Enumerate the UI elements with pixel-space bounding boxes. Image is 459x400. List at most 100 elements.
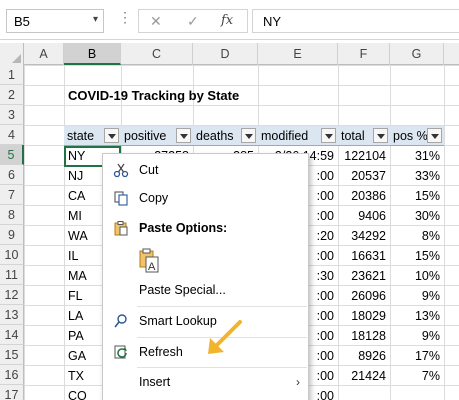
column-header-b[interactable]: B — [64, 43, 121, 65]
paste-values-icon[interactable]: A — [139, 248, 163, 274]
table-cell-pos-pct[interactable]: 31% — [390, 146, 444, 166]
table-header-positive[interactable]: positive — [121, 126, 193, 146]
table-cell-state[interactable]: IL — [64, 246, 104, 266]
row-header-8[interactable]: 8 — [0, 205, 24, 225]
table-cell-total[interactable]: 18029 — [338, 306, 390, 326]
row-header-4[interactable]: 4 — [0, 125, 24, 145]
table-cell-total[interactable]: 20537 — [338, 166, 390, 186]
table-cell-state[interactable]: PA — [64, 326, 104, 346]
table-cell-total[interactable]: 23621 — [338, 266, 390, 286]
table-header-state[interactable]: state — [64, 126, 121, 146]
table-cell-total[interactable]: 18128 — [338, 326, 390, 346]
table-cell-total[interactable]: 122104 — [338, 146, 390, 166]
table-cell-total[interactable]: 20386 — [338, 186, 390, 206]
row-header-17[interactable]: 17 — [0, 385, 24, 400]
row-header-7[interactable]: 7 — [0, 185, 24, 205]
table-cell-state[interactable]: NJ — [64, 166, 104, 186]
table-cell-total[interactable]: 34292 — [338, 226, 390, 246]
table-cell-state[interactable]: WA — [64, 226, 104, 246]
cancel-icon[interactable]: ✕ — [150, 13, 162, 30]
table-cell-state[interactable]: TX — [64, 366, 104, 386]
insert-function-icon[interactable]: fx — [221, 13, 233, 28]
filter-dropdown-icon[interactable] — [321, 128, 336, 143]
filter-dropdown-icon[interactable] — [176, 128, 191, 143]
column-header-a[interactable]: A — [24, 43, 64, 65]
table-cell-pos-pct[interactable]: 13% — [390, 306, 444, 326]
table-cell-pos-pct[interactable]: 10% — [390, 266, 444, 286]
row-header-3[interactable]: 3 — [0, 105, 24, 125]
filter-dropdown-icon[interactable] — [373, 128, 388, 143]
table-header-deaths[interactable]: deaths — [193, 126, 258, 146]
table-header-pos-pct[interactable]: pos % — [390, 126, 444, 146]
formula-bar: B5 ▾ ⋮ ✕ ✓ fx NY — [0, 0, 459, 40]
header-label: pos % — [393, 129, 428, 143]
row-header-16[interactable]: 16 — [0, 365, 24, 385]
table-cell-state[interactable]: GA — [64, 346, 104, 366]
sheet-title[interactable]: COVID-19 Tracking by State — [64, 86, 324, 106]
menu-item-paste-special[interactable]: Paste Special... — [103, 278, 308, 302]
row-header-6[interactable]: 6 — [0, 165, 24, 185]
table-cell-total[interactable]: 16631 — [338, 246, 390, 266]
menu-item-label: Insert — [139, 375, 171, 389]
column-header-e[interactable]: E — [258, 43, 338, 65]
table-cell-pos-pct[interactable]: 15% — [390, 246, 444, 266]
table-cell-pos-pct[interactable]: 9% — [390, 326, 444, 346]
table-cell-total[interactable]: 9406 — [338, 206, 390, 226]
name-box[interactable]: B5 ▾ — [6, 9, 104, 33]
table-cell-state[interactable]: LA — [64, 306, 104, 326]
filter-dropdown-icon[interactable] — [427, 128, 442, 143]
table-header-modified[interactable]: modified — [258, 126, 338, 146]
row-header-10[interactable]: 10 — [0, 245, 24, 265]
submenu-arrow-icon: › — [296, 375, 300, 389]
select-all-button[interactable] — [0, 43, 24, 65]
table-cell-total[interactable]: 21424 — [338, 366, 390, 386]
filter-dropdown-icon[interactable] — [241, 128, 256, 143]
row-header-13[interactable]: 13 — [0, 305, 24, 325]
column-header-g[interactable]: G — [390, 43, 444, 65]
table-cell-total[interactable]: 8926 — [338, 346, 390, 366]
formula-value: NY — [263, 14, 282, 29]
column-header-c[interactable]: C — [121, 43, 193, 65]
drag-handle-icon[interactable]: ⋮ — [118, 9, 132, 26]
filter-dropdown-icon[interactable] — [104, 128, 119, 143]
name-box-value: B5 — [14, 14, 30, 29]
menu-item-label: Paste Options: — [139, 221, 228, 235]
menu-item-cut[interactable]: Cut — [103, 158, 308, 182]
svg-text:A: A — [148, 261, 156, 273]
table-cell-state[interactable]: FL — [64, 286, 104, 306]
row-header-15[interactable]: 15 — [0, 345, 24, 365]
row-header-1[interactable]: 1 — [0, 65, 24, 85]
column-header-f[interactable]: F — [338, 43, 390, 65]
header-label: modified — [261, 129, 309, 143]
table-cell-pos-pct[interactable]: 33% — [390, 166, 444, 186]
formula-input[interactable]: NY — [252, 9, 459, 33]
enter-icon[interactable]: ✓ — [187, 13, 199, 30]
annotation-arrow-icon — [208, 320, 242, 354]
table-cell-pos-pct[interactable]: 9% — [390, 286, 444, 306]
table-cell-state[interactable]: CO — [64, 386, 104, 400]
menu-item-paste-options: Paste Options: — [103, 216, 308, 240]
name-box-dropdown-icon[interactable]: ▾ — [93, 14, 98, 25]
clipboard-icon — [113, 220, 129, 236]
row-header-11[interactable]: 11 — [0, 265, 24, 285]
menu-item-label: Copy — [139, 191, 169, 205]
menu-item-copy[interactable]: Copy — [103, 186, 308, 210]
row-header-2[interactable]: 2 — [0, 85, 24, 105]
row-header-5[interactable]: 5 — [0, 145, 24, 165]
table-cell-pos-pct[interactable]: 15% — [390, 186, 444, 206]
table-header-total[interactable]: total — [338, 126, 390, 146]
table-cell-pos-pct[interactable]: 30% — [390, 206, 444, 226]
table-cell-state[interactable]: MI — [64, 206, 104, 226]
smart-lookup-icon — [113, 313, 129, 329]
table-cell-pos-pct[interactable]: 8% — [390, 226, 444, 246]
table-cell-pos-pct[interactable]: 17% — [390, 346, 444, 366]
table-cell-state[interactable]: CA — [64, 186, 104, 206]
menu-item-insert[interactable]: Insert › — [103, 370, 308, 394]
row-header-9[interactable]: 9 — [0, 225, 24, 245]
table-cell-pos-pct[interactable]: 7% — [390, 366, 444, 386]
row-header-14[interactable]: 14 — [0, 325, 24, 345]
column-header-d[interactable]: D — [193, 43, 258, 65]
table-cell-total[interactable]: 26096 — [338, 286, 390, 306]
table-cell-state[interactable]: MA — [64, 266, 104, 286]
row-header-12[interactable]: 12 — [0, 285, 24, 305]
